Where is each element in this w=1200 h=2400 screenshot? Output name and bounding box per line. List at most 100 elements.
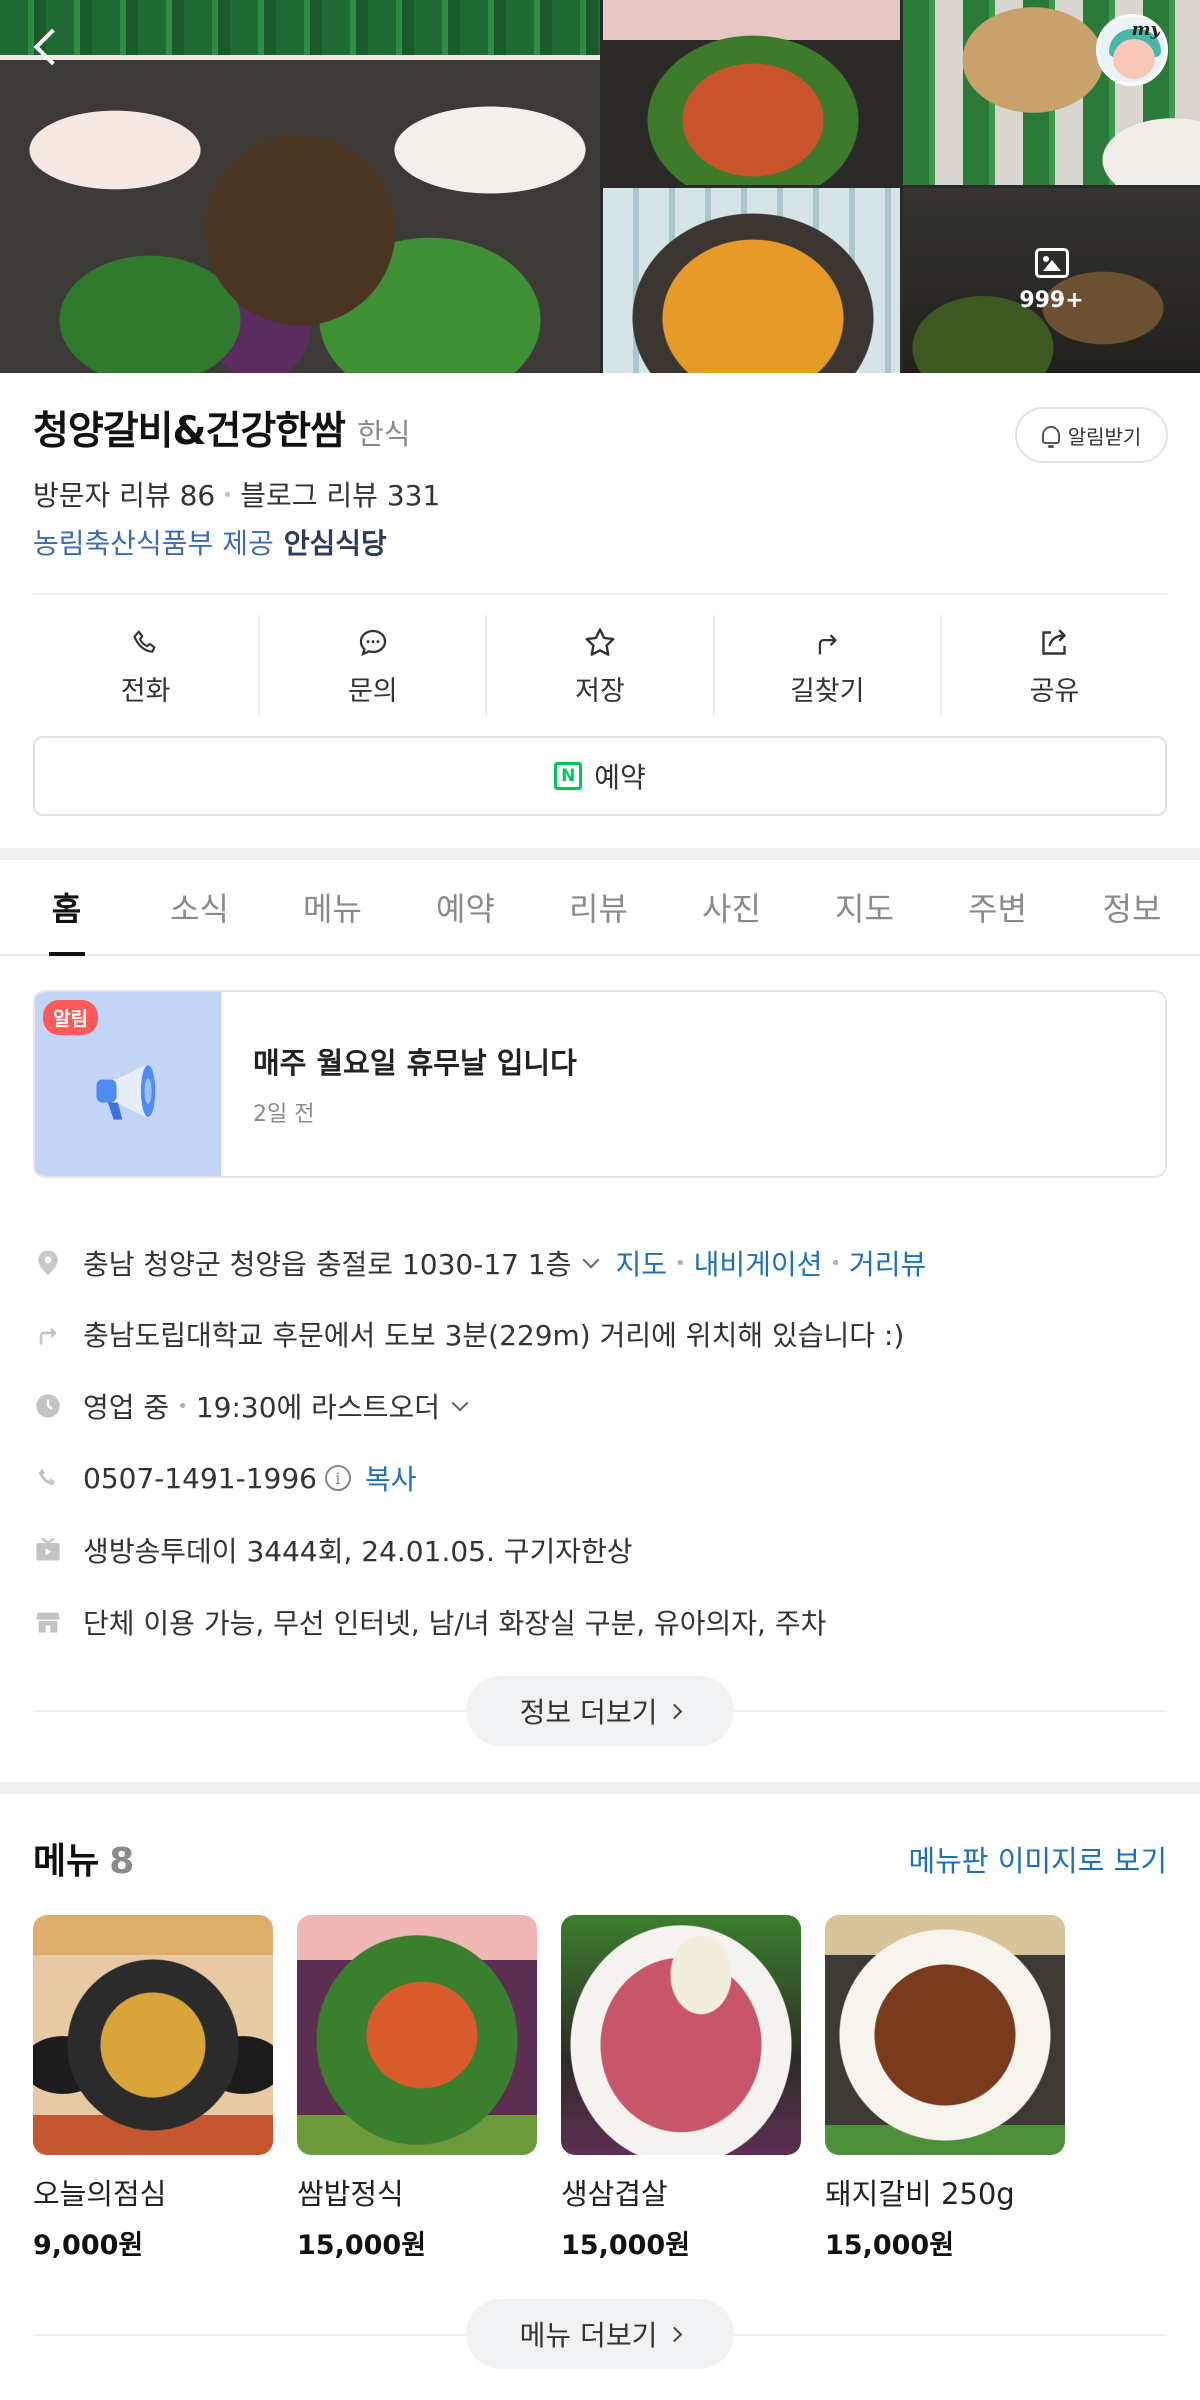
share-icon	[1034, 623, 1074, 663]
reserve-label: 예약	[594, 761, 646, 794]
tab-home[interactable]: 홈	[0, 860, 133, 954]
copy-phone-button[interactable]: 복사	[365, 1458, 417, 1498]
visitor-reviews-link[interactable]: 방문자 리뷰 86	[33, 474, 215, 514]
phone-icon	[126, 623, 166, 663]
navigation-link[interactable]: 내비게이션	[694, 1243, 823, 1283]
share-button[interactable]: 공유	[942, 615, 1167, 715]
tab-reservation[interactable]: 예약	[399, 860, 532, 954]
directions-button[interactable]: 길찾기	[715, 615, 942, 715]
menu-item-price: 15,000원	[561, 2230, 691, 2261]
phone-number[interactable]: 0507-1491-1996	[83, 1462, 317, 1495]
menu-item-price: 15,000원	[825, 2230, 955, 2261]
tab-news[interactable]: 소식	[133, 860, 266, 954]
tab-nearby[interactable]: 주변	[931, 860, 1064, 954]
info-icon[interactable]: i	[324, 1465, 351, 1491]
menu-item-name: 쌈밥정식	[297, 2177, 404, 2211]
section-divider	[0, 1782, 1200, 1794]
tab-photos[interactable]: 사진	[665, 860, 798, 954]
more-menu-button[interactable]: 메뉴 더보기	[466, 2299, 734, 2369]
divider	[33, 593, 1167, 595]
avatar	[1113, 39, 1155, 79]
tab-menu[interactable]: 메뉴	[266, 860, 399, 954]
place-header: 청양갈비&건강한쌈 한식	[33, 400, 410, 456]
menu-item[interactable]: 돼지갈비 250g 15,000원	[825, 1915, 1065, 2262]
hours-row[interactable]: 영업 중 • 19:30에 라스트오더	[33, 1383, 1167, 1429]
menu-count: 8	[109, 1841, 135, 1882]
menu-item-photo	[33, 1915, 273, 2155]
menu-item-price: 9,000원	[33, 2230, 144, 2261]
reserve-button[interactable]: N 예약	[33, 736, 1167, 816]
my-logo: my	[1131, 19, 1161, 40]
menu-item[interactable]: 오늘의점심 9,000원	[33, 1915, 273, 2262]
street-view-link[interactable]: 거리뷰	[849, 1243, 926, 1283]
menu-item-photo	[561, 1915, 801, 2155]
menu-item[interactable]: 쌈밥정식 15,000원	[297, 1915, 537, 2262]
notice-title: 매주 월요일 휴무날 입니다	[253, 1046, 577, 1080]
address-text: 충남 청양군 청양읍 충절로 1030-17 1층	[83, 1248, 572, 1281]
gallery-photo-2[interactable]	[603, 0, 900, 185]
notice-badge: 알림	[43, 1000, 98, 1035]
section-divider	[0, 848, 1200, 860]
notice-card[interactable]: 알림 매주 월요일 휴무날 입니다 2일 전	[33, 990, 1167, 1178]
facilities-text: 단체 이용 가능, 무선 인터넷, 남/녀 화장실 구분, 유아의자, 주차	[83, 1607, 827, 1640]
alarm-button[interactable]: 알림받기	[1015, 407, 1168, 463]
map-link[interactable]: 지도	[615, 1243, 667, 1283]
alarm-label: 알림받기	[1067, 424, 1142, 449]
menu-item[interactable]: 생삼겹살 15,000원	[561, 1915, 801, 2262]
back-button[interactable]	[22, 22, 72, 72]
chevron-left-icon	[33, 28, 71, 66]
provider-text: 농림축산식품부 제공	[33, 527, 274, 560]
address-row: 충남 청양군 청양읍 충절로 1030-17 1층 지도 • 내비게이션 • 거…	[33, 1240, 1167, 1286]
chevron-down-icon[interactable]	[451, 1394, 469, 1412]
star-icon	[580, 623, 620, 663]
tab-reviews[interactable]: 리뷰	[532, 860, 665, 954]
notice-thumbnail: 알림	[35, 992, 221, 1176]
gallery-photo-main[interactable]	[0, 0, 600, 373]
blog-reviews-link[interactable]: 블로그 리뷰 331	[240, 474, 440, 514]
gallery-photo-4[interactable]	[603, 188, 900, 373]
tab-info[interactable]: 정보	[1064, 860, 1200, 954]
photo-gallery[interactable]: 999+ my	[0, 0, 1200, 373]
action-bar: 전화 문의 저장 길찾기 공유	[33, 615, 1167, 715]
hours-status: 영업 중	[83, 1391, 170, 1424]
review-summary: 방문자 리뷰 86 블로그 리뷰 331	[33, 474, 440, 514]
inquiry-button[interactable]: 문의	[260, 615, 488, 715]
directions-row: 충남도립대학교 후문에서 도보 3분(229m) 거리에 위치해 있습니다 :)	[33, 1311, 1167, 1357]
megaphone-icon	[96, 1065, 156, 1120]
place-name: 청양갈비&건강한쌈	[33, 409, 346, 454]
naver-booking-icon: N	[554, 762, 583, 790]
menu-board-link[interactable]: 메뉴판 이미지로 보기	[908, 1838, 1167, 1880]
more-photos-overlay[interactable]: 999+	[903, 188, 1200, 373]
tab-map[interactable]: 지도	[798, 860, 931, 954]
tv-row: 생방송투데이 3444회, 24.01.05. 구기자한상	[33, 1527, 1167, 1573]
my-profile-button[interactable]: my	[1096, 14, 1168, 86]
store-icon	[33, 1607, 63, 1637]
facilities-row: 단체 이용 가능, 무선 인터넷, 남/녀 화장실 구분, 유아의자, 주차	[33, 1599, 1167, 1645]
safe-restaurant-badge[interactable]: 농림축산식품부 제공 안심식당	[33, 522, 387, 562]
chevron-down-icon[interactable]	[582, 1251, 600, 1269]
location-pin-icon	[33, 1248, 63, 1278]
chevron-right-icon	[667, 2326, 683, 2342]
clock-icon	[33, 1391, 63, 1421]
directions-text: 충남도립대학교 후문에서 도보 3분(229m) 거리에 위치해 있습니다 :)	[83, 1319, 905, 1352]
chat-icon	[353, 623, 393, 663]
place-category: 한식	[357, 417, 411, 451]
directions-icon	[807, 623, 847, 663]
menu-item-name: 돼지갈비 250g	[825, 2177, 1015, 2211]
call-button[interactable]: 전화	[33, 615, 261, 715]
menu-item-price: 15,000원	[297, 2230, 427, 2261]
tv-appearance-text: 생방송투데이 3444회, 24.01.05. 구기자한상	[83, 1535, 633, 1568]
menu-item-name: 오늘의점심	[33, 2177, 167, 2211]
photo-count: 999+	[1019, 288, 1084, 313]
save-button[interactable]: 저장	[487, 615, 715, 715]
bell-icon	[1041, 426, 1060, 448]
tab-bar: 홈 소식 메뉴 예약 리뷰 사진 지도 주변 정보	[0, 860, 1200, 956]
more-info-button[interactable]: 정보 더보기	[466, 1676, 734, 1746]
route-arrow-icon	[33, 1319, 63, 1349]
notice-time: 2일 전	[253, 1102, 315, 1127]
menu-item-photo	[825, 1915, 1065, 2155]
phone-icon	[33, 1463, 63, 1493]
hours-detail: 19:30에 라스트오더	[195, 1391, 440, 1424]
menu-section-title: 메뉴 8	[33, 1841, 135, 1882]
safe-restaurant-label: 안심식당	[283, 527, 387, 560]
